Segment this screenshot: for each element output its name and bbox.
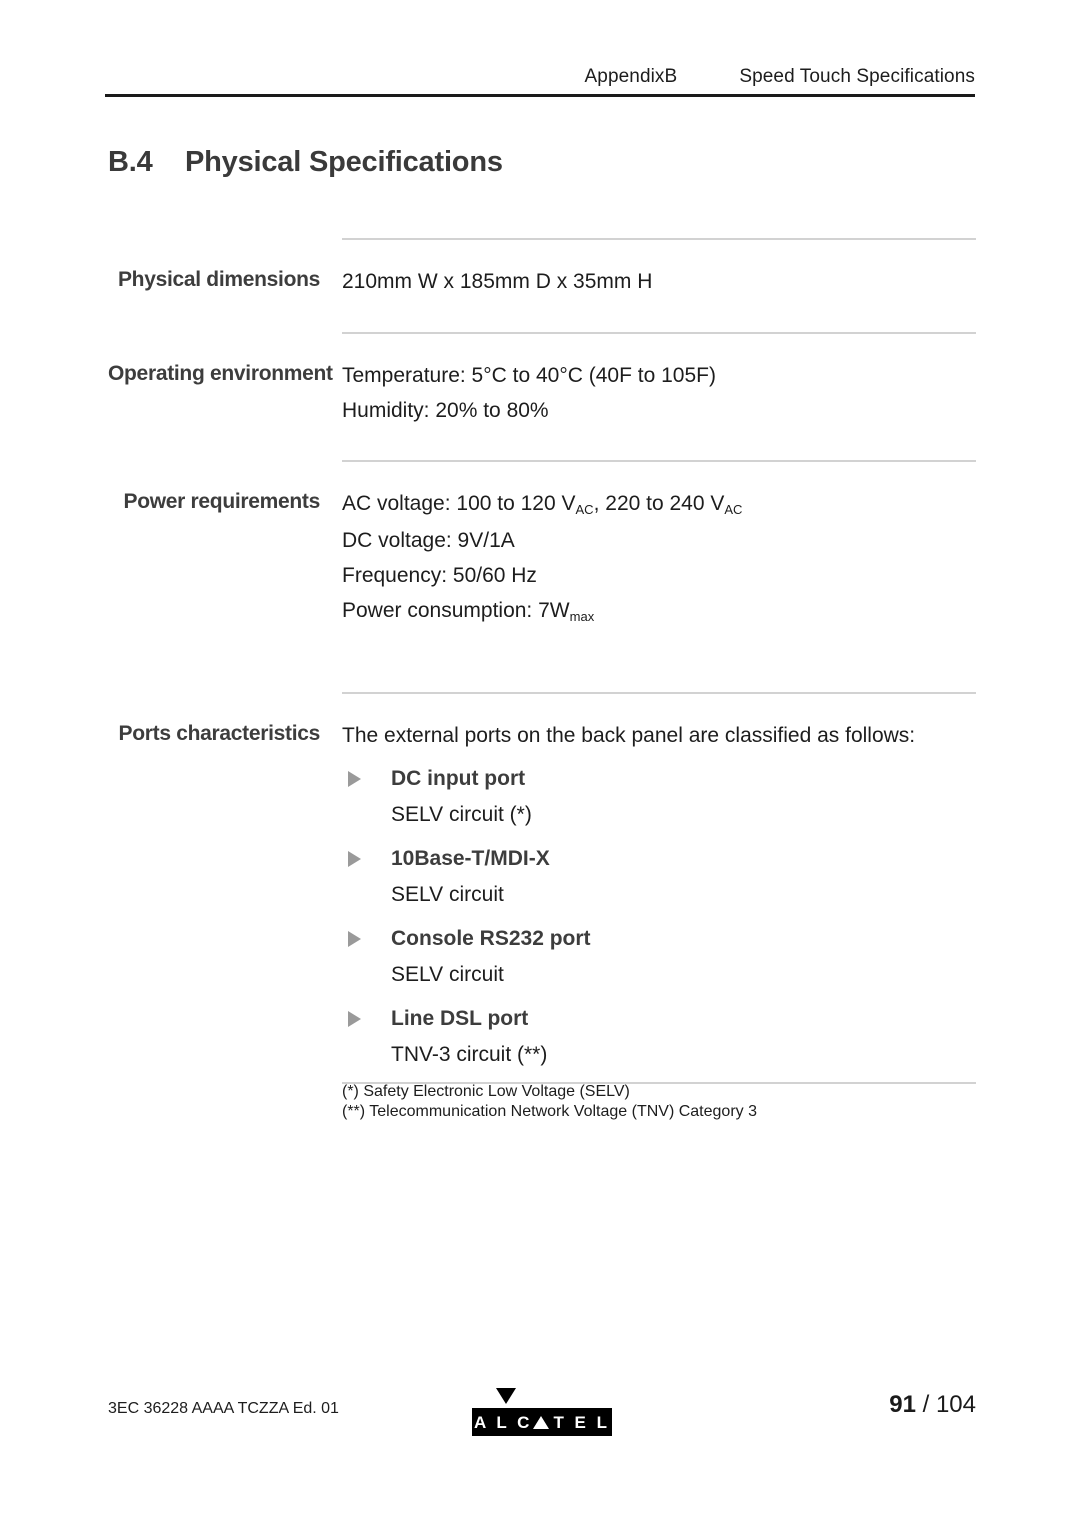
header-appendix-label: AppendixB [584, 66, 678, 87]
section-number: B.4 [108, 146, 153, 178]
alcatel-logo-bar: A L CT E L [472, 1408, 612, 1436]
port-name: DC input port [391, 767, 526, 790]
ac-voltage-text-mid: , 220 to 240 V [593, 492, 725, 515]
port-title: Line DSL port [342, 1001, 976, 1037]
table-row: Operating environment Temperature: 5°C t… [108, 332, 976, 460]
table-row: Physical dimensions 210mm W x 185mm D x … [108, 238, 976, 332]
power-subscript-max: max [569, 608, 595, 624]
page-number-current: 91 [889, 1391, 916, 1418]
spec-label-physical-dimensions: Physical dimensions [117, 268, 320, 291]
footnote-tnv: (**) Telecommunication Network Voltage (… [342, 1103, 757, 1120]
spec-line-dc-voltage: DC voltage: 9V/1A [342, 529, 515, 552]
port-circuit: SELV circuit [391, 883, 504, 906]
list-item: Line DSL port TNV-3 circuit (**) [342, 1001, 976, 1073]
alcatel-letters-after: T E L [553, 1412, 610, 1432]
alcatel-triangle-a-icon [533, 1415, 550, 1429]
ac-subscript-2: AC [724, 501, 743, 517]
spec-value-physical-dimensions: 210mm W x 185mm D x 35mm H [320, 238, 976, 299]
spec-line-power-consumption: Power consumption: 7Wmax [342, 593, 976, 630]
table-row: Ports characteristics The external ports… [108, 692, 976, 1120]
table-row: Power requirements AC voltage: 100 to 12… [108, 460, 976, 692]
port-name: 10Base-T/MDI-X [391, 847, 550, 870]
port-circuit: SELV circuit (*) [391, 803, 532, 826]
spec-label-operating-environment: Operating environment [108, 362, 333, 385]
ac-voltage-text: AC voltage: 100 to 120 V [342, 492, 576, 515]
footnotes: (*) Safety Electronic Low Voltage (SELV)… [342, 1082, 976, 1122]
spec-line: 210mm W x 185mm D x 35mm H [342, 270, 653, 293]
triangle-bullet-icon [348, 931, 361, 947]
footnote-selv: (*) Safety Electronic Low Voltage (SELV) [342, 1083, 630, 1100]
table-bottom-divider [342, 1082, 976, 1084]
power-consumption-text: Power consumption: 7W [342, 599, 570, 622]
header-divider [105, 94, 975, 97]
port-name: Console RS232 port [391, 927, 591, 950]
port-circuit: TNV-3 circuit (**) [391, 1043, 548, 1066]
section-title: Physical Specifications [185, 146, 503, 178]
specifications-table: Physical dimensions 210mm W x 185mm D x … [108, 238, 976, 1120]
triangle-bullet-icon [348, 771, 361, 787]
page-title: B.4 Physical Specifications [108, 146, 503, 179]
spec-value-ports-characteristics: The external ports on the back panel are… [320, 692, 976, 1122]
spec-label-ports-characteristics: Ports characteristics [118, 722, 321, 745]
page-footer: 3EC 36228 AAAA TCZZA Ed. 01 A L C T E L 9… [108, 1388, 976, 1438]
row-divider [342, 460, 976, 462]
port-name: Line DSL port [391, 1007, 529, 1030]
port-title: 10Base-T/MDI-X [342, 841, 976, 877]
ports-list: DC input port SELV circuit (*) 10Base-T/… [342, 761, 976, 1073]
ac-subscript-1: AC [575, 501, 594, 517]
spec-label-power-requirements: Power requirements [123, 490, 321, 513]
spec-value-operating-environment: Temperature: 5°C to 40°C (40F to 105F) H… [320, 332, 976, 428]
spec-line: Humidity: 20% to 80% [342, 399, 549, 422]
footer-document-code: 3EC 36228 AAAA TCZZA Ed. 01 [108, 1400, 339, 1417]
spec-line-ac-voltage: AC voltage: 100 to 120 VAC, 220 to 240 V… [342, 486, 976, 523]
list-item: Console RS232 port SELV circuit [342, 921, 976, 993]
list-item: 10Base-T/MDI-X SELV circuit [342, 841, 976, 913]
spec-value-power-requirements: AC voltage: 100 to 120 VAC, 220 to 240 V… [320, 460, 976, 630]
triangle-bullet-icon [348, 851, 361, 867]
alcatel-down-triangle-icon [496, 1388, 516, 1404]
list-item: DC input port SELV circuit (*) [342, 761, 976, 833]
port-title: DC input port [342, 761, 976, 797]
alcatel-letters-before: A L C [473, 1412, 533, 1432]
row-divider [342, 692, 976, 694]
page-number: 91 / 104 [889, 1391, 976, 1419]
running-header: AppendixB Speed Touch Specifications [105, 66, 975, 88]
spec-line-frequency: Frequency: 50/60 Hz [342, 564, 537, 587]
row-divider [342, 332, 976, 334]
port-circuit: SELV circuit [391, 963, 504, 986]
port-title: Console RS232 port [342, 921, 976, 957]
page-number-total: 104 [935, 1391, 976, 1418]
alcatel-logo-text: A L CT E L [474, 1414, 610, 1431]
page-number-separator: / [922, 1391, 930, 1418]
triangle-bullet-icon [348, 1011, 361, 1027]
document-page: AppendixB Speed Touch Specifications B.4… [0, 0, 1080, 1525]
spec-line: Temperature: 5°C to 40°C (40F to 105F) [342, 364, 716, 387]
row-divider [342, 238, 976, 240]
header-document-title: Speed Touch Specifications [739, 66, 975, 87]
ports-intro-text: The external ports on the back panel are… [342, 724, 916, 747]
